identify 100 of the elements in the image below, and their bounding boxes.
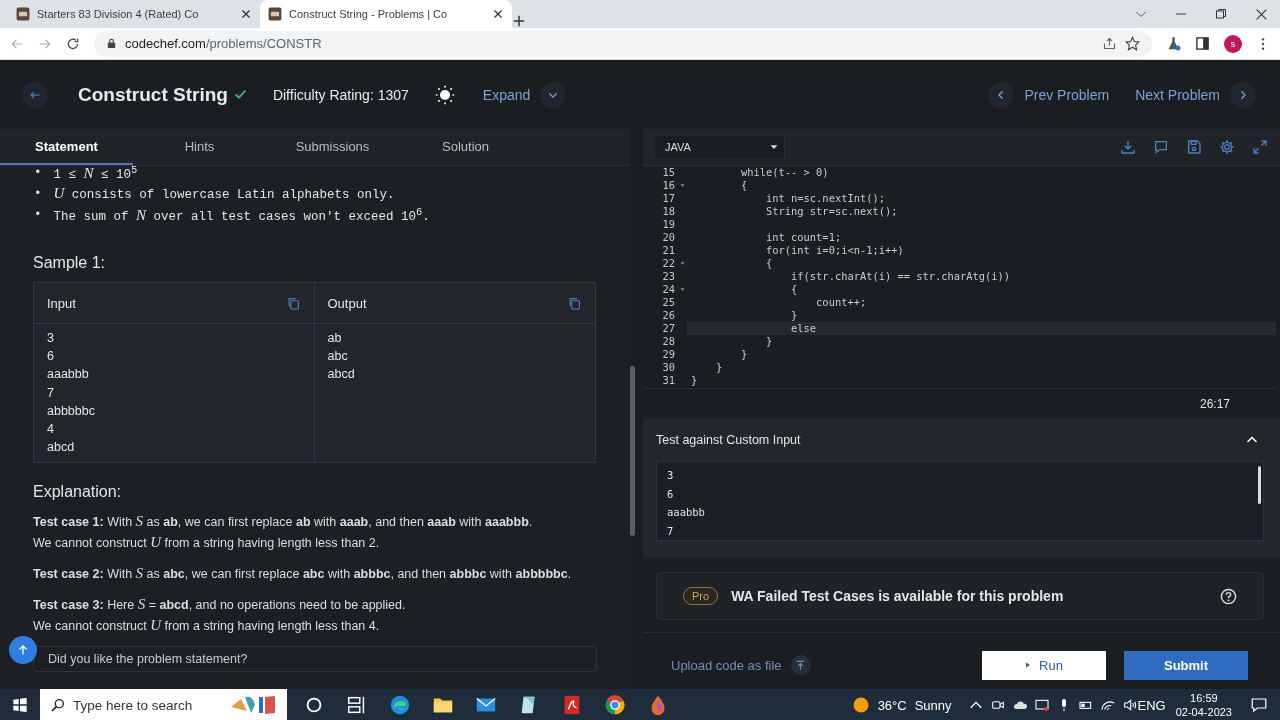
tab[interactable]: Submissions xyxy=(266,129,399,165)
flask-icon[interactable] xyxy=(1166,36,1181,51)
constraint-text: 1 ≤ N ≤ 10$^{5}$ xyxy=(52,166,139,185)
chevron-right-icon xyxy=(1238,89,1248,100)
download-icon[interactable] xyxy=(1120,139,1136,155)
temperature-text: 36°C xyxy=(877,697,907,713)
profile-avatar[interactable]: s xyxy=(1224,34,1242,53)
line-number: 31 xyxy=(661,374,676,387)
reload-icon[interactable] xyxy=(66,36,80,51)
bullet: • xyxy=(33,207,43,224)
chevron-down-button[interactable] xyxy=(540,81,567,108)
close-icon[interactable] xyxy=(1255,7,1268,21)
section-heading: Explanation: xyxy=(33,483,123,502)
tab[interactable]: Statement xyxy=(0,129,133,165)
arrow-up-icon xyxy=(17,644,29,656)
caret-down-icon xyxy=(770,143,778,151)
column-header: Input xyxy=(47,295,76,311)
code-line: while(t-- > 0) xyxy=(740,166,830,179)
search-icon xyxy=(50,697,66,713)
address-bar[interactable]: codechef.com/problems/CONSTR xyxy=(94,30,1152,57)
close-icon[interactable] xyxy=(240,8,252,20)
lock-icon xyxy=(106,38,117,49)
favicon-icon xyxy=(16,7,30,21)
tab-title: Construct String - Problems | Co xyxy=(289,8,449,20)
language-indicator[interactable]: ENG xyxy=(1137,697,1166,713)
share-icon[interactable] xyxy=(1102,36,1117,51)
cursor-position: 26:17 xyxy=(1199,397,1230,411)
upload-icon xyxy=(795,659,807,671)
sun-icon[interactable] xyxy=(434,84,455,105)
volume-icon[interactable] xyxy=(1121,697,1138,713)
code-line: int count=1; xyxy=(765,231,843,244)
sun-icon[interactable] xyxy=(851,696,870,714)
code-line: } xyxy=(740,348,749,361)
table-cell-text: aaabbb xyxy=(47,366,90,384)
next-problem-link[interactable]: Next Problem xyxy=(1135,86,1220,103)
constraint-text: The sum of N over all test cases won't exceed 10$^{6}$. xyxy=(52,205,431,227)
tab[interactable]: Solution xyxy=(399,129,532,165)
settings-icon[interactable] xyxy=(1219,139,1235,155)
code-line: int n=sc.nextInt(); xyxy=(765,192,886,205)
line-number: 23 xyxy=(661,270,676,283)
windows-icon[interactable] xyxy=(12,697,28,713)
display-icon[interactable] xyxy=(1033,697,1050,713)
run-button[interactable]: Run xyxy=(982,650,1106,680)
save-icon[interactable] xyxy=(1186,139,1202,155)
column-header: Output xyxy=(327,295,367,311)
clock[interactable]: 16:59 02-04-2023 xyxy=(1175,691,1232,719)
table-cell-text: 6 xyxy=(47,348,55,366)
plus-icon[interactable] xyxy=(512,14,526,28)
weather-text: Sunny xyxy=(914,697,952,713)
expand-icon[interactable] xyxy=(1252,139,1268,155)
swirl-icon[interactable] xyxy=(389,694,411,716)
code-line: { xyxy=(765,257,774,270)
expand-link[interactable]: Expand xyxy=(482,86,531,103)
chat-icon[interactable] xyxy=(1153,139,1169,155)
custom-input-field[interactable]: 3 6 aaabbb 7 xyxy=(656,461,1264,541)
star-icon[interactable] xyxy=(1125,36,1140,51)
explanation-text: We cannot construct U from a string having length less than 2. xyxy=(33,533,381,553)
language-select[interactable]: JAVA xyxy=(655,136,785,158)
pro-badge: Pro xyxy=(683,587,719,605)
bullet: • xyxy=(33,186,43,203)
tab[interactable]: Hints xyxy=(133,129,266,165)
taskbar-search-field[interactable]: Type here to search xyxy=(40,689,287,720)
code-line: } xyxy=(715,361,724,374)
help-icon[interactable] xyxy=(1220,587,1237,605)
explanation-text: We cannot construct U from a string having length less than 4. xyxy=(33,616,381,636)
ring-icon[interactable] xyxy=(604,694,626,716)
line-number: 24 xyxy=(661,283,676,296)
table-cell-text: ab xyxy=(327,330,343,347)
code-line: } xyxy=(690,374,699,387)
line-number: 15 xyxy=(661,166,676,179)
restore-icon[interactable] xyxy=(1215,8,1227,20)
prev-problem-link[interactable]: Prev Problem xyxy=(1024,86,1110,103)
line-number: 18 xyxy=(661,205,676,218)
line-number: 21 xyxy=(661,244,676,257)
upload-link[interactable]: Upload code as file xyxy=(671,657,782,673)
scroll-top-button[interactable] xyxy=(9,636,37,664)
next-button[interactable] xyxy=(1230,81,1256,108)
table-cell-text: abcd xyxy=(47,439,76,457)
previous-button[interactable] xyxy=(988,81,1015,108)
browser-tab[interactable]: Starters 83 Division 4 (Rated) Co xyxy=(8,0,260,28)
copy-icon[interactable] xyxy=(286,296,300,310)
line-number: 20 xyxy=(661,231,676,244)
upload-button[interactable] xyxy=(790,655,811,675)
panel-title: Test against Custom Input xyxy=(656,433,801,447)
table-cell-text: abc xyxy=(327,348,349,366)
code-line: if(str.charAt(i) == str.charAtg(i)) xyxy=(790,270,1012,283)
code-line: } xyxy=(765,335,774,348)
line-number: 22 xyxy=(661,257,676,270)
browser-tab[interactable]: Construct String - Problems | Co xyxy=(260,0,512,28)
side-panel-icon[interactable] xyxy=(1195,36,1210,51)
favicon-icon xyxy=(268,7,282,21)
explanation-text: Test case 2: With S as abc, we can first replace abc with abbbc, and then abbbc with abbbbbc. xyxy=(33,564,573,584)
table-cell-text: 4 xyxy=(47,421,55,438)
problem-title: Construct String xyxy=(78,83,228,106)
copy-icon[interactable] xyxy=(568,296,581,310)
close-icon[interactable] xyxy=(492,8,504,20)
line-number: 25 xyxy=(661,296,676,309)
submit-button[interactable]: Submit xyxy=(1124,650,1248,680)
notification-icon[interactable] xyxy=(1250,696,1268,714)
play-icon xyxy=(1025,662,1032,668)
